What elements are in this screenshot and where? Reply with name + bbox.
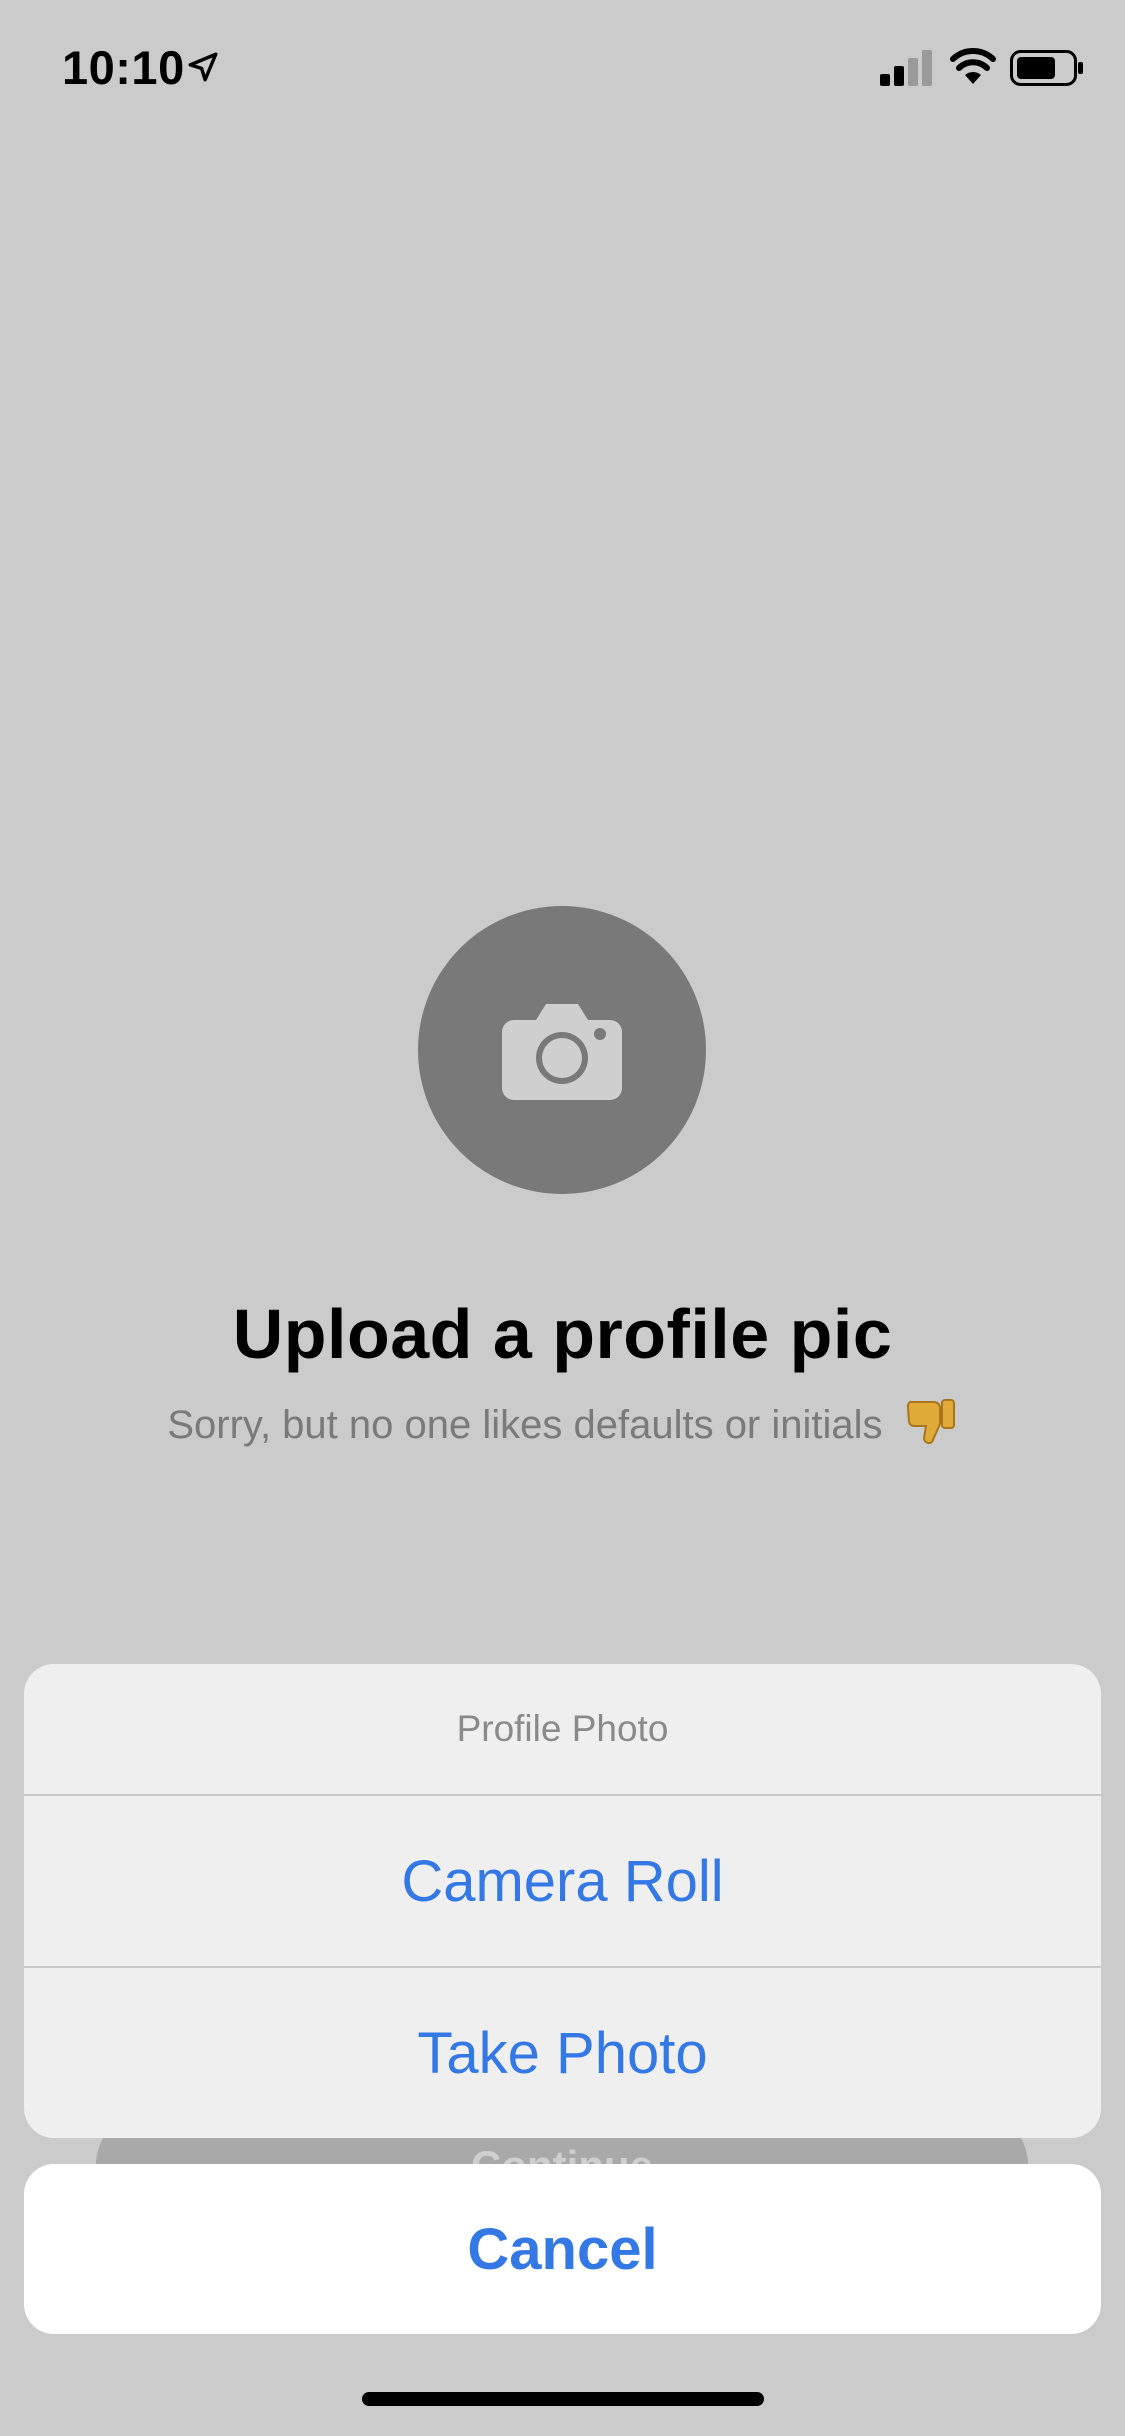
camera-icon <box>502 1004 622 1100</box>
thumbs-down-emoji <box>906 1399 955 1444</box>
cancel-button[interactable]: Cancel <box>24 2164 1101 2334</box>
battery-icon <box>1010 50 1083 86</box>
take-photo-option[interactable]: Take Photo <box>24 1966 1101 2138</box>
camera-roll-option[interactable]: Camera Roll <box>24 1796 1101 1966</box>
action-sheet-header: Profile Photo <box>24 1664 1101 1796</box>
status-time: 10:10 <box>62 41 185 94</box>
action-sheet: Profile Photo Camera Roll Take Photo <box>24 1664 1101 2138</box>
profile-photo-placeholder[interactable] <box>418 906 706 1194</box>
cellular-signal-icon <box>880 50 932 86</box>
page-title: Upload a profile pic <box>232 1295 893 1373</box>
status-bar: 10:10 <box>0 0 1125 132</box>
location-arrow-icon <box>188 52 218 82</box>
wifi-icon <box>950 48 996 84</box>
subtitle: Sorry, but no one likes defaults or init… <box>0 1396 1125 1450</box>
action-sheet-title: Profile Photo <box>456 1708 669 1749</box>
cancel-label: Cancel <box>467 2216 658 2282</box>
home-indicator[interactable] <box>362 2392 764 2406</box>
subtitle-text: Sorry, but no one likes defaults or init… <box>167 1403 883 1447</box>
